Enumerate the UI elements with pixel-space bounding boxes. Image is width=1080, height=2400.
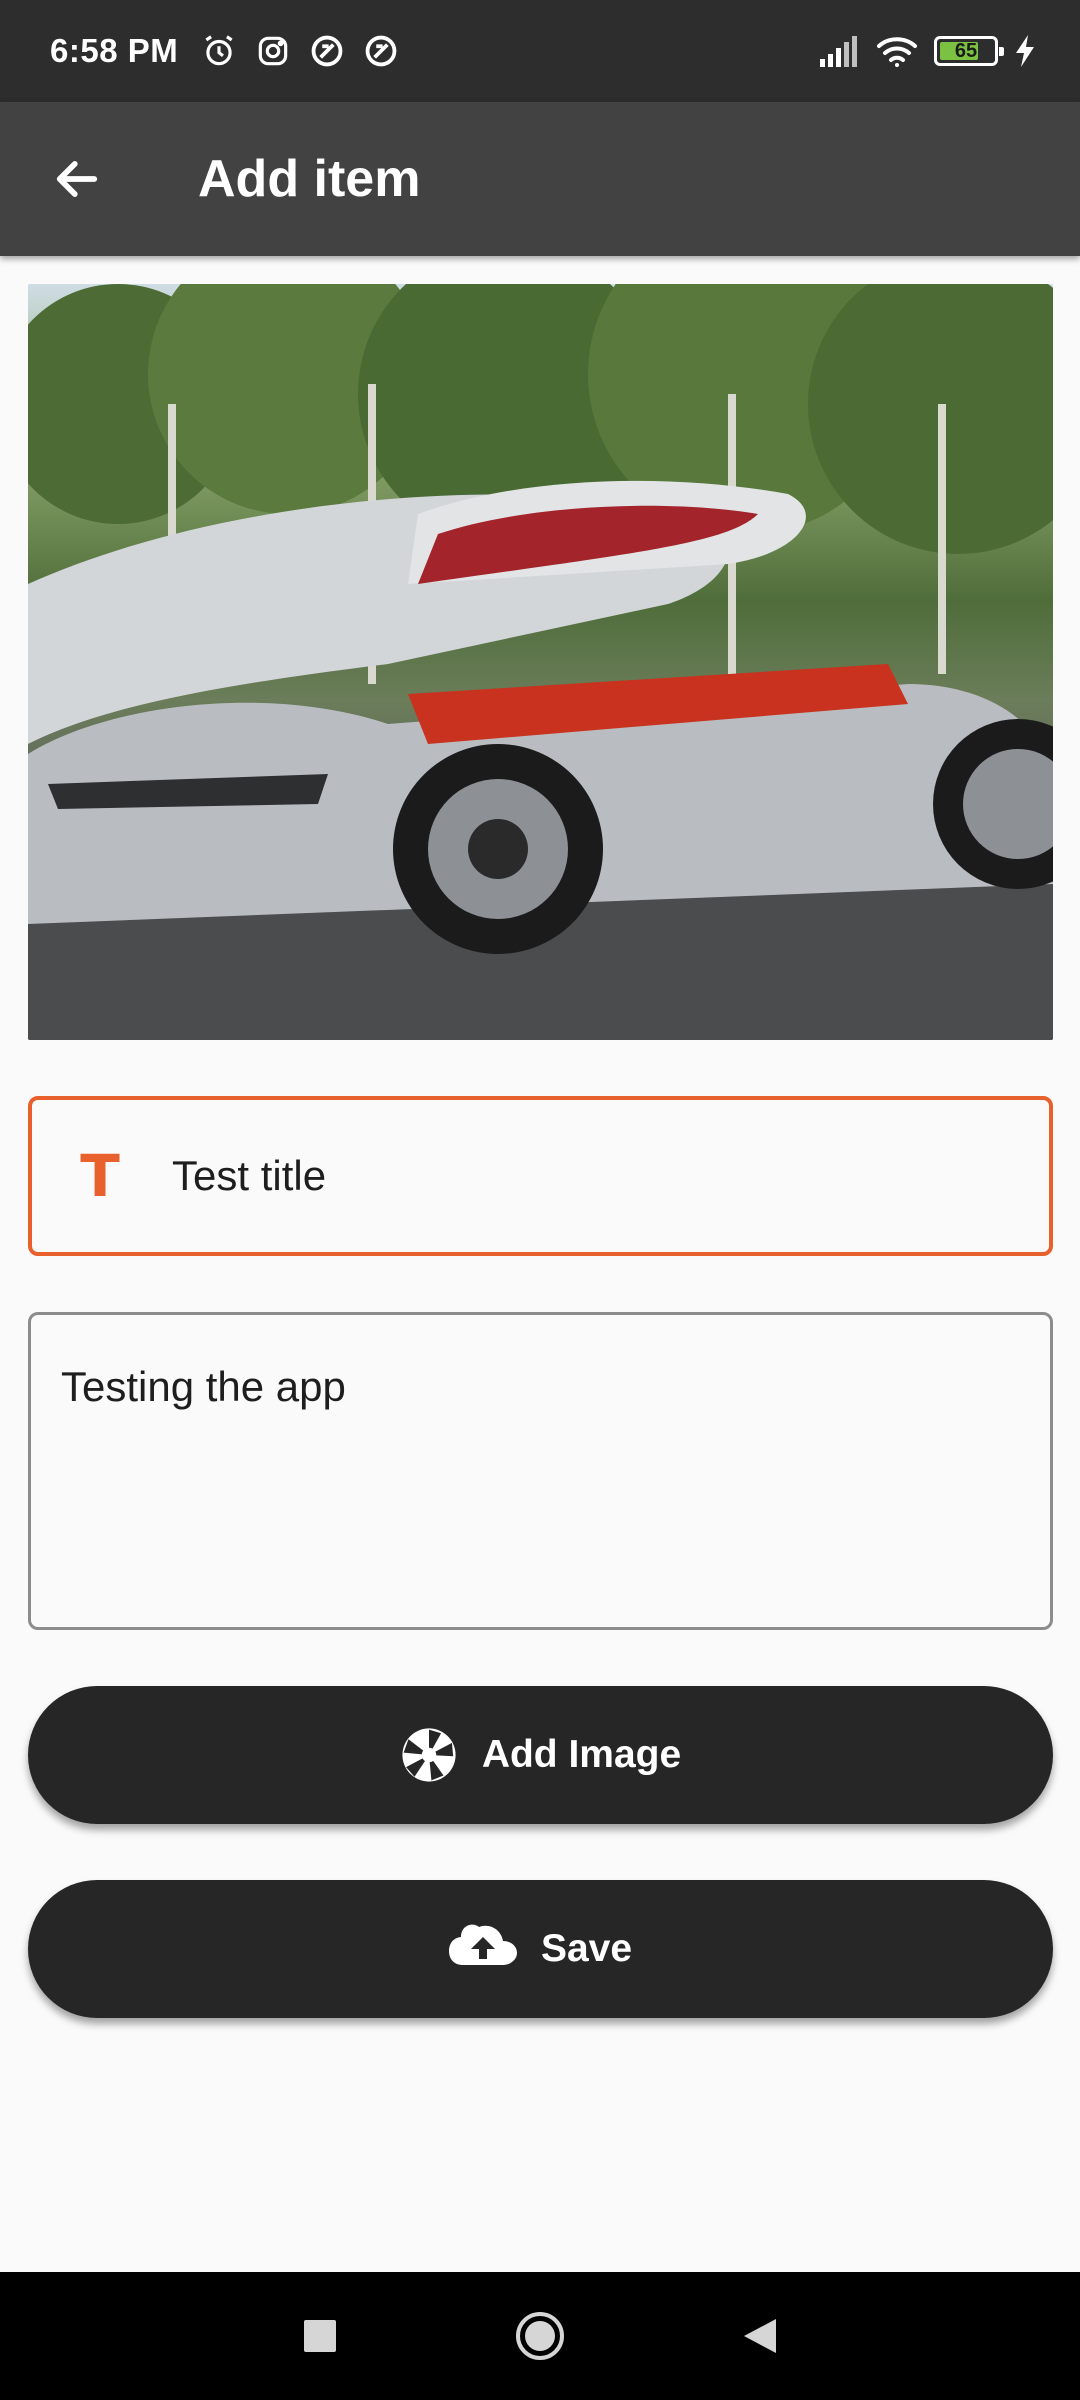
system-nav-bar <box>0 2272 1080 2400</box>
back-nav-button[interactable] <box>725 2301 795 2371</box>
instagram-icon <box>258 36 288 66</box>
description-input[interactable]: Testing the app <box>61 1363 346 1579</box>
wifi-icon <box>877 37 917 67</box>
status-left: 6:58 PM <box>50 32 400 70</box>
app-notification-icon <box>365 35 397 67</box>
recents-button[interactable] <box>285 2301 355 2371</box>
arrow-left-icon <box>56 161 98 197</box>
app-bar: Add item <box>0 102 1080 256</box>
status-bar: 6:58 PM 65 <box>0 0 1080 102</box>
circle-home-icon <box>516 2312 564 2360</box>
triangle-back-icon <box>744 2319 776 2353</box>
car-photo-illustration <box>28 284 1053 1040</box>
square-icon <box>304 2320 336 2352</box>
home-button[interactable] <box>505 2301 575 2371</box>
description-field[interactable]: Testing the app <box>28 1312 1053 1630</box>
app-notification-icon <box>311 35 343 67</box>
page-title: Add item <box>198 150 421 208</box>
battery-icon: 65 <box>934 36 1004 66</box>
status-right: 65 <box>820 34 1036 68</box>
add-image-label: Add Image <box>481 1733 682 1776</box>
add-image-button[interactable]: Add Image <box>28 1686 1053 1824</box>
status-time: 6:58 PM <box>50 32 179 69</box>
text-title-icon: T <box>80 1142 120 1210</box>
cloud-upload-icon <box>448 1920 517 1978</box>
charging-icon <box>1016 35 1034 67</box>
signal-icon <box>820 36 857 67</box>
back-button[interactable] <box>22 124 132 234</box>
title-field[interactable]: T Test title <box>28 1096 1053 1256</box>
title-input[interactable]: Test title <box>172 1152 326 1200</box>
camera-shutter-icon <box>400 1726 458 1784</box>
form-content: T Test title Testing the app Add Image S… <box>28 284 1053 2018</box>
selected-image-preview <box>28 284 1053 1040</box>
battery-nub <box>999 47 1004 56</box>
alarm-icon <box>205 35 233 66</box>
battery-level: 65 <box>954 39 978 62</box>
save-button[interactable]: Save <box>28 1880 1053 2018</box>
save-label: Save <box>540 1927 633 1970</box>
